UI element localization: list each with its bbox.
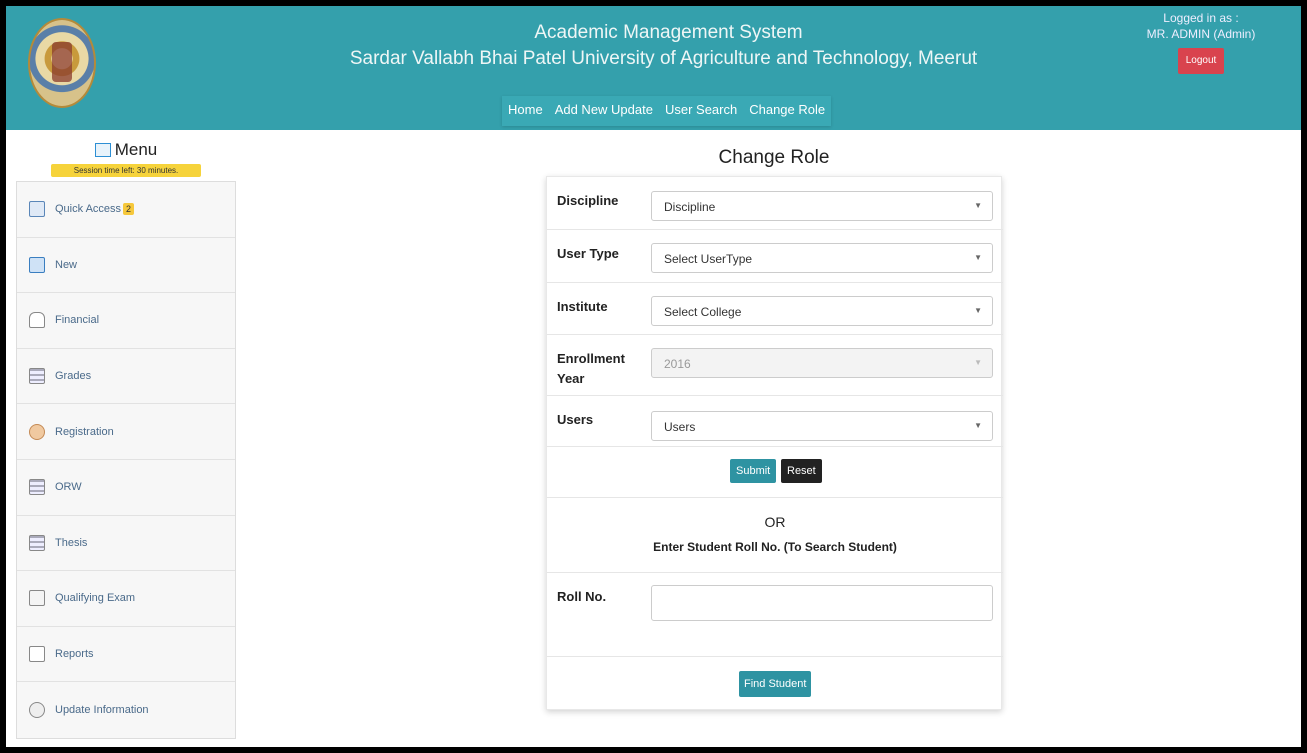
or-row: OR Enter Student Roll No. (To Search Stu… [547,498,1003,573]
top-nav: Home Add New Update User Search Change R… [502,96,832,126]
grid-icon [29,534,45,551]
enrollment-label-line2: Year [557,371,585,386]
sidebar-item-label: Grades [55,370,92,383]
institute-label: Institute [557,299,608,314]
session-timer-badge: Session time left: 30 minutes. [51,164,201,177]
new-document-icon [29,256,45,273]
sidebar-item-label: ORW [55,481,82,494]
chevron-down-icon: ▼ [974,358,982,367]
home-icon [94,143,111,157]
logged-in-user: MR. ADMIN (Admin) [1146,27,1256,41]
chevron-down-icon: ▼ [974,421,982,430]
page-frame: Academic Management System Sardar Vallab… [0,0,1307,753]
sidebar-item-thesis[interactable]: Thesis [17,516,235,572]
or-divider: OR [764,514,786,530]
actions-row: Submit Reset [547,447,1003,498]
find-row: Find Student [547,657,1003,711]
roll-no-label: Roll No. [557,589,607,604]
roll-no-input[interactable] [651,585,993,621]
chevron-down-icon: ▼ [974,253,982,262]
roll-search-hint: Enter Student Roll No. (To Search Studen… [653,540,897,554]
discipline-value: Discipline [664,200,716,214]
sidebar-item-new[interactable]: New [17,238,235,294]
enrollment-year-label: Enrollment Year [557,349,625,389]
sidebar-item-financial[interactable]: Financial [17,293,235,349]
menu-title: Menu [114,140,158,159]
menu-list: Quick Access 2 New Financial Grades Regi… [16,181,236,739]
enrollment-year-row: Enrollment Year 2016 ▼ [547,335,1003,396]
logout-button[interactable]: Logout [1177,48,1225,74]
nav-add-new-update[interactable]: Add New Update [549,96,659,126]
discipline-label: Discipline [557,193,619,208]
submit-button[interactable]: Submit [730,459,777,483]
sidebar-item-label: Financial [55,314,100,327]
nav-home[interactable]: Home [502,96,549,126]
users-value: Users [664,420,696,434]
update-icon [29,702,45,719]
grid-icon [29,479,45,496]
change-role-form: Discipline Discipline ▼ User Type Select… [546,176,1003,711]
university-name: Sardar Vallabh Bhai Patel University of … [349,48,978,69]
sidebar-item-reports[interactable]: Reports [17,627,235,683]
discipline-row: Discipline Discipline ▼ [547,177,1003,230]
users-row: Users Users ▼ [547,396,1003,447]
user-type-row: User Type Select UserType ▼ [547,230,1003,283]
find-student-button[interactable]: Find Student [739,671,812,697]
grid-icon [29,368,45,385]
sidebar: Menu Session time left: 30 minutes. Quic… [16,134,236,747]
chevron-down-icon: ▼ [974,306,982,315]
logged-in-label: Logged in as : [1163,11,1239,25]
sidebar-item-orw[interactable]: ORW [17,460,235,516]
users-label: Users [557,412,594,427]
sidebar-item-label: Registration [55,425,114,438]
sidebar-item-label: Update Information [55,704,149,717]
enrollment-year-select[interactable]: 2016 ▼ [651,348,993,378]
institute-select[interactable]: Select College ▼ [651,296,993,326]
sidebar-item-update-information[interactable]: Update Information [17,682,235,738]
institute-row: Institute Select College ▼ [547,283,1003,335]
enrollment-label-line1: Enrollment [557,351,625,366]
user-icon [29,423,45,440]
sidebar-item-label: New [55,258,78,271]
sidebar-item-label: Quick Access [55,203,122,216]
quick-access-icon [29,201,45,218]
user-type-label: User Type [557,246,619,261]
sidebar-item-quick-access[interactable]: Quick Access 2 [17,182,235,238]
sidebar-item-grades[interactable]: Grades [17,349,235,405]
header: Academic Management System Sardar Vallab… [6,6,1301,130]
enrollment-year-value: 2016 [664,357,691,371]
reset-button[interactable]: Reset [781,459,822,483]
sidebar-item-label: Qualifying Exam [55,592,136,605]
bag-icon [29,312,45,329]
sidebar-item-label: Thesis [55,536,88,549]
institute-value: Select College [664,305,742,319]
exam-icon [29,590,45,607]
nav-change-role[interactable]: Change Role [743,96,831,126]
users-select[interactable]: Users ▼ [651,411,993,441]
discipline-select[interactable]: Discipline ▼ [651,191,993,221]
nav-user-search[interactable]: User Search [659,96,743,126]
sidebar-item-qualifying-exam[interactable]: Qualifying Exam [17,571,235,627]
chevron-down-icon: ▼ [974,201,982,210]
app-title: Academic Management System [534,22,803,43]
count-badge: 2 [123,203,135,216]
menu-header: Menu [16,140,236,160]
report-icon [29,646,45,663]
user-type-value: Select UserType [664,252,753,266]
sidebar-item-registration[interactable]: Registration [17,404,235,460]
login-info: Logged in as : MR. ADMIN (Admin) Logout [1131,10,1271,74]
sidebar-item-label: Reports [55,648,94,661]
page-title: Change Role [718,147,830,168]
user-type-select[interactable]: Select UserType ▼ [651,243,993,273]
